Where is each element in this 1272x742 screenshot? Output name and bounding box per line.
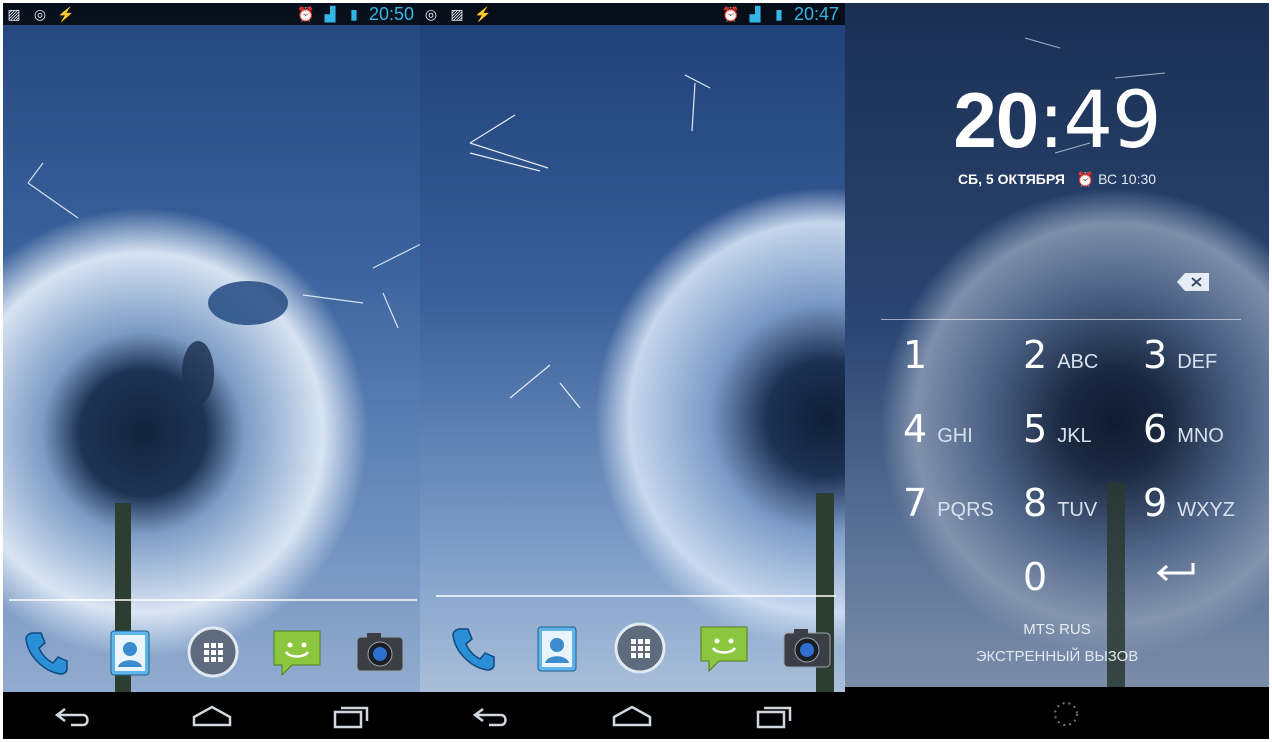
key-1[interactable]: 1 (903, 333, 1013, 383)
key-8[interactable]: 8 TUV (1023, 481, 1133, 531)
status-bar: ▨ ◎ ⚡ ⏰ ▟ ▮ 20:50 (3, 3, 420, 25)
contacts-app-icon[interactable] (101, 623, 159, 681)
app-drawer-icon[interactable] (611, 619, 669, 677)
alarm-time: ВС 10:30 (1098, 171, 1157, 187)
status-time: 20:47 (793, 3, 839, 24)
alarm-indicator: ⏰ ВС 10:30 (1077, 171, 1156, 187)
lock-screen: 20:49 СБ, 5 ОКТЯБРЯ ⏰ ВС 10:30 1 2 ABC 3D… (845, 3, 1269, 739)
status-time: 20:50 (368, 3, 414, 24)
target-icon: ◎ (424, 5, 438, 22)
battery-icon: ▮ (775, 5, 783, 22)
home-screen-1: ▨ ◎ ⚡ ⏰ ▟ ▮ 20:50 (3, 3, 420, 739)
lock-date: СБ, 5 ОКТЯБРЯ (957, 171, 1065, 187)
dock (17, 623, 409, 681)
contacts-app-icon[interactable] (528, 619, 586, 677)
navigation-bar (420, 692, 845, 739)
phone-app-icon[interactable] (444, 619, 502, 677)
messaging-app-icon[interactable] (268, 623, 326, 681)
alarm-icon: ⏰ (1076, 171, 1095, 187)
signal-icon: ▟ (749, 5, 761, 22)
pin-entry-field[interactable] (881, 319, 1241, 320)
clock-hours: 20 (953, 76, 1039, 164)
back-icon[interactable] (461, 696, 521, 736)
alarm-icon: ⏰ (297, 5, 315, 22)
phone-app-icon[interactable] (17, 623, 75, 681)
key-7[interactable]: 7 PQRS (903, 481, 1013, 531)
image-icon: ▨ (450, 5, 464, 22)
status-bar: ◎ ▨ ⚡ ⏰ ▟ ▮ 20:47 (420, 3, 845, 25)
target-icon: ◎ (33, 5, 47, 22)
bolt-icon: ⚡ (474, 5, 492, 22)
clock-minutes: :49 (1038, 76, 1162, 166)
app-drawer-icon[interactable] (184, 623, 242, 681)
recents-icon[interactable] (321, 696, 381, 736)
camera-app-icon[interactable] (778, 619, 836, 677)
key-6[interactable]: 6 MNO (1143, 407, 1253, 457)
camera-app-icon[interactable] (351, 623, 409, 681)
key-3[interactable]: 3 DEF (1143, 333, 1253, 383)
carrier-label: MTS RUS (1023, 621, 1091, 638)
lock-clock: 20:49 (845, 75, 1269, 166)
enter-icon[interactable] (1153, 559, 1263, 609)
delete-icon[interactable] (1175, 271, 1211, 293)
image-icon: ▨ (7, 5, 21, 22)
back-icon[interactable] (43, 696, 103, 736)
loading-spinner-icon (1051, 699, 1081, 729)
signal-icon: ▟ (324, 5, 336, 22)
alarm-icon: ⏰ (722, 5, 740, 22)
dock-divider (9, 599, 417, 601)
emergency-call-button[interactable]: ЭКСТРЕННЫЙ ВЫЗОВ (845, 648, 1269, 665)
home-screen-2: ◎ ▨ ⚡ ⏰ ▟ ▮ 20:47 (420, 3, 845, 739)
messaging-app-icon[interactable] (695, 619, 753, 677)
dock-divider (436, 595, 836, 597)
bolt-icon: ⚡ (57, 5, 75, 22)
battery-icon: ▮ (350, 5, 358, 22)
lock-date-row: СБ, 5 ОКТЯБРЯ ⏰ ВС 10:30 (845, 171, 1269, 188)
key-9[interactable]: 9 WXYZ (1143, 481, 1253, 531)
navigation-bar (3, 692, 420, 739)
key-0[interactable]: 0 (1023, 555, 1133, 605)
dock (444, 619, 836, 677)
navigation-bar (845, 687, 1269, 739)
key-4[interactable]: 4 GHI (903, 407, 1013, 457)
key-5[interactable]: 5 JKL (1023, 407, 1133, 457)
home-icon[interactable] (182, 696, 242, 736)
home-icon[interactable] (602, 696, 662, 736)
key-2[interactable]: 2 ABC (1023, 333, 1133, 383)
screenshot-collage: ▨ ◎ ⚡ ⏰ ▟ ▮ 20:50 ◎ ▨ ⚡ ⏰ ▟ ▮ 20:47 20:4… (0, 0, 1272, 742)
recents-icon[interactable] (744, 696, 804, 736)
